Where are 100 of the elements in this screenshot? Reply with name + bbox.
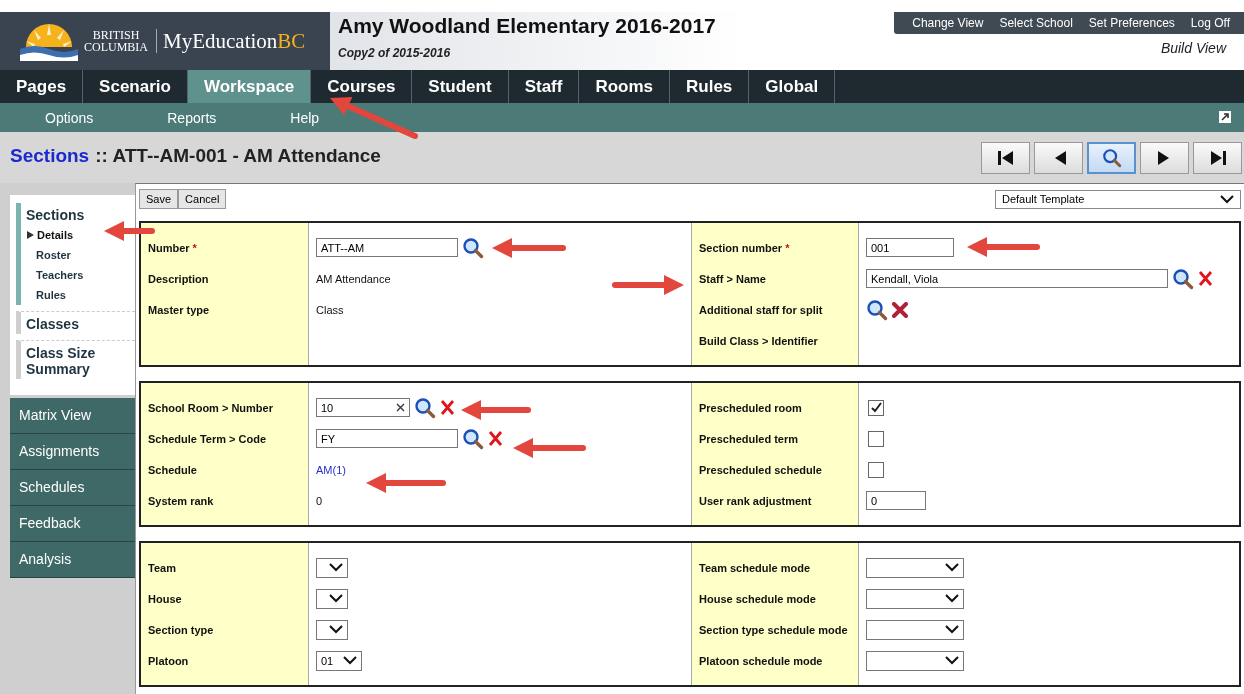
side-tab[interactable]: Analysis [10,542,135,578]
search-icon[interactable] [866,298,888,321]
field-label: House schedule mode [698,592,816,605]
dropdown[interactable] [316,557,348,578]
page-title: :: ATT--AM-001 - AM Attendance [95,145,381,167]
field-label: Prescheduled schedule [698,463,822,476]
text-field[interactable]: 001 [866,238,954,257]
field-label: Team schedule mode [698,561,811,574]
field-label: Section type schedule mode [698,623,848,636]
required-mark: * [785,241,790,254]
logo-text: COLUMBIA [84,41,148,53]
view-label: Build View [1160,39,1228,56]
search-icon[interactable] [1172,267,1194,290]
field-value: 0 [316,494,323,507]
next-record-button[interactable] [1140,141,1189,174]
toolbar-button[interactable]: Save [139,189,179,209]
field-label: Prescheduled room [698,401,802,414]
field-label: Staff > Name [698,272,766,285]
checkbox[interactable] [868,461,884,478]
field-label: Platoon schedule mode [698,654,823,667]
side-tab[interactable]: Feedback [10,506,135,542]
field-label: Schedule Term > Code [147,432,267,445]
top-link[interactable]: Set Preferences [1080,16,1183,30]
search-icon[interactable] [462,427,484,450]
chevron-icon [343,656,357,665]
top-link[interactable]: Log Off [1182,16,1238,30]
text-field[interactable]: ATT--AM [316,238,458,257]
logo-text: BRITISH [92,29,140,41]
first-record-button[interactable] [981,141,1030,174]
menu-item[interactable]: Teachers [26,265,135,285]
field-label: Number * [147,241,197,254]
field-label: Prescheduled term [698,432,799,445]
field-label: Section type [147,623,214,636]
remove-icon[interactable] [892,301,908,318]
sub-nav-link[interactable]: Reports [167,109,217,126]
school-title: Amy Woodland Elementary 2016-2017 [338,14,717,38]
first-icon [995,148,1016,167]
chevron-icon [329,563,343,572]
field-value: AM Attendance [316,272,391,285]
schedule-link[interactable]: AM(1) [316,463,346,476]
dropdown[interactable] [316,588,348,609]
search-record-button[interactable] [1087,141,1136,174]
clear-icon[interactable] [488,431,503,446]
required-mark: * [192,241,197,254]
chevron-icon [945,594,959,603]
sub-nav-link[interactable]: Options [45,109,94,126]
field-label: House [147,592,182,605]
dropdown[interactable]: 01 [316,650,362,671]
text-field[interactable]: Kendall, Viola [866,269,1168,288]
field-label: Schedule [147,463,197,476]
chevron-icon [945,625,959,634]
clear-input-icon[interactable] [396,403,405,412]
sections-link[interactable]: Sections [10,145,90,167]
chevron-icon [329,625,343,634]
text-field[interactable]: FY [316,429,458,448]
checkbox[interactable] [868,430,884,447]
search-icon [1101,147,1122,168]
menu-group[interactable]: Classes [16,311,135,334]
sub-nav-link[interactable]: Help [290,109,320,126]
search-icon[interactable] [414,396,436,419]
clear-icon[interactable] [1198,271,1213,286]
field-label: School Room > Number [147,401,273,414]
side-tab[interactable]: Matrix View [10,398,135,434]
template-dropdown[interactable]: Default Template [995,189,1241,209]
field-value: Class [316,303,344,316]
field-label: Additional staff for split [698,303,823,316]
menu-group[interactable]: Sections [26,203,135,225]
side-tab[interactable]: Assignments [10,434,135,470]
field-label: User rank adjustment [698,494,812,507]
toolbar-button[interactable]: Cancel [178,189,227,209]
field-label: Build Class > Identifier [698,334,818,347]
nav-tab[interactable]: Workspace [187,70,312,103]
side-tab[interactable]: Schedules [10,470,135,506]
menu-group[interactable]: Class Size Summary [16,340,135,379]
text-field[interactable]: 0 [866,491,926,510]
expand-icon[interactable] [1219,111,1231,123]
brand-name: MyEducationBC [163,28,306,54]
field-label: Team [147,561,176,574]
search-icon[interactable] [462,236,484,259]
field-label: Platoon [147,654,189,667]
pointer-icon [27,231,34,239]
last-record-button[interactable] [1193,141,1242,174]
top-link[interactable]: Select School [991,16,1081,30]
clear-icon[interactable] [440,400,455,415]
school-subtitle: Copy2 of 2015-2016 [338,46,452,60]
top-link[interactable]: Change View [904,16,992,30]
menu-item[interactable]: Rules [26,285,135,305]
menu-item[interactable]: Roster [26,245,135,265]
previous-record-button[interactable] [1034,141,1083,174]
sunrise-logo-icon [20,21,78,61]
field-label: System rank [147,494,214,507]
chevron-icon [945,563,959,572]
chevron-icon [945,656,959,665]
text-field[interactable]: 10 [316,398,410,417]
chevron-icon [329,594,343,603]
checkbox[interactable] [868,399,884,416]
field-label: Master type [147,303,210,316]
field-label: Section number * [698,241,790,254]
dropdown[interactable] [316,619,348,640]
field-label: Description [147,272,209,285]
